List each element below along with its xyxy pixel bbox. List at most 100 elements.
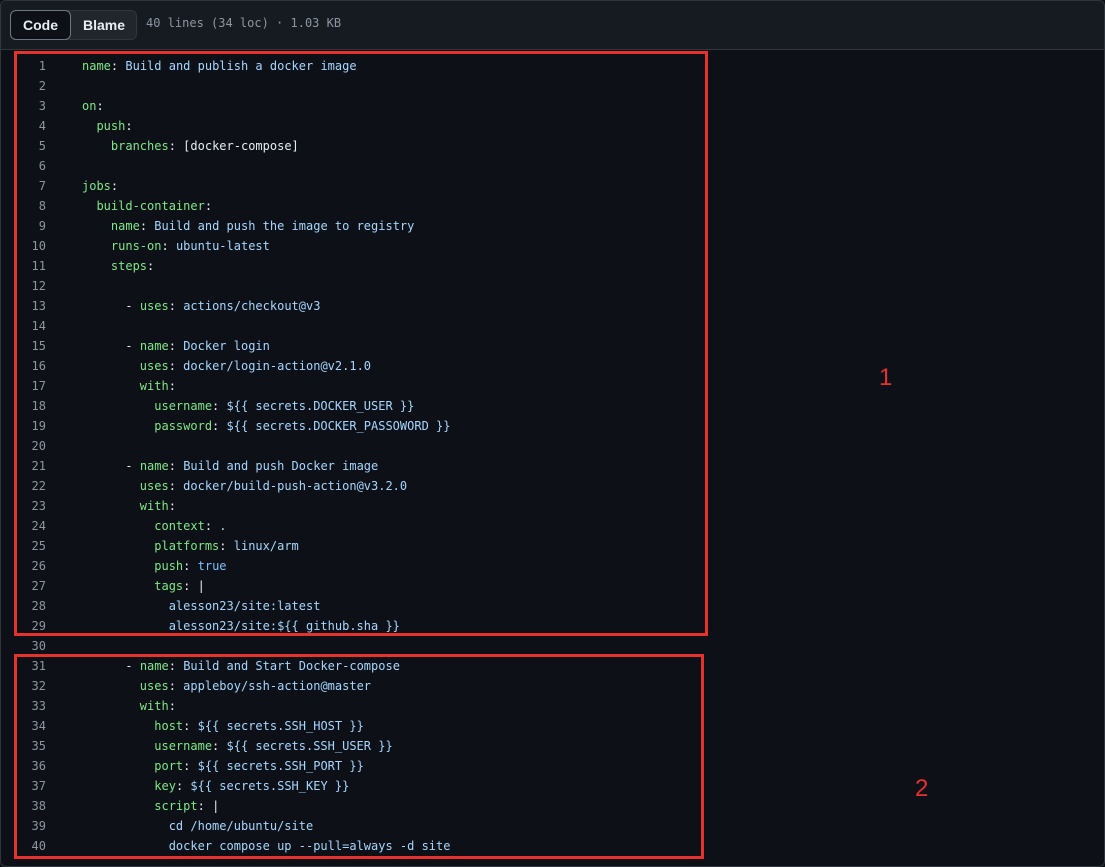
code-line: 6 <box>1 156 1104 176</box>
code-line: 8 build-container: <box>1 196 1104 216</box>
highlight-label-2: 2 <box>915 775 929 802</box>
yaml-value: | <box>212 799 220 813</box>
yaml-key: branches <box>110 139 169 153</box>
line-content: - name: Build and Start Docker-compose <box>125 659 400 673</box>
line-content: with: <box>139 499 176 513</box>
yaml-value: linux/arm <box>233 539 299 553</box>
yaml-key: username <box>154 739 213 753</box>
code-view[interactable]: 1 name: Build and publish a docker image 2… <box>1 56 1104 856</box>
code-line: 21 - name: Build and push Docker image <box>1 456 1104 476</box>
line-number[interactable]: 30 <box>19 636 46 656</box>
line-number[interactable]: 32 <box>19 676 46 696</box>
line-number[interactable]: 17 <box>19 376 46 396</box>
yaml-key: with <box>139 699 169 713</box>
yaml-value: Build and Start Docker-compose <box>183 659 400 673</box>
line-number[interactable]: 1 <box>19 56 46 76</box>
file-viewer: Code Blame 40 lines (34 loc) · 1.03 KB 1… <box>0 0 1105 867</box>
yaml-key: push <box>96 119 126 133</box>
line-content: steps: <box>110 259 155 273</box>
line-number[interactable]: 25 <box>19 536 46 556</box>
line-content: - name: Docker login <box>125 339 270 353</box>
line-number[interactable]: 39 <box>19 816 46 836</box>
line-number[interactable]: 2 <box>19 76 46 96</box>
code-line: 29 alesson23/site:${{ github.sha }} <box>1 616 1104 636</box>
line-content: cd /home/ubuntu/site <box>82 816 314 836</box>
code-line: 15 - name: Docker login <box>1 336 1104 356</box>
line-number[interactable]: 22 <box>19 476 46 496</box>
code-line: 10 runs-on: ubuntu-latest <box>1 236 1104 256</box>
code-tab-button[interactable]: Code <box>10 10 71 40</box>
line-number[interactable]: 26 <box>19 556 46 576</box>
line-number[interactable]: 24 <box>19 516 46 536</box>
yaml-value: | <box>197 579 205 593</box>
line-content: with: <box>139 699 176 713</box>
line-content: on: <box>82 99 104 113</box>
line-content: - name: Build and push Docker image <box>125 459 379 473</box>
line-number[interactable]: 5 <box>19 136 46 156</box>
yaml-key: build-container <box>96 199 205 213</box>
line-number[interactable]: 34 <box>19 716 46 736</box>
code-line: 24 context: . <box>1 516 1104 536</box>
code-line: 36 port: ${{ secrets.SSH_PORT }} <box>1 756 1104 776</box>
line-content: alesson23/site:${{ github.sha }} <box>82 616 400 636</box>
yaml-value: appleboy/ssh-action@master <box>183 679 372 693</box>
line-number[interactable]: 19 <box>19 416 46 436</box>
yaml-key: name <box>139 659 169 673</box>
line-number[interactable]: 9 <box>19 216 46 236</box>
line-number[interactable]: 31 <box>19 656 46 676</box>
line-number[interactable]: 4 <box>19 116 46 136</box>
yaml-key: username <box>154 399 213 413</box>
code-line: 28 alesson23/site:latest <box>1 596 1104 616</box>
blame-tab-button[interactable]: Blame <box>71 10 137 40</box>
code-line: 3 on: <box>1 96 1104 116</box>
line-number[interactable]: 12 <box>19 276 46 296</box>
code-line: 40 docker compose up --pull=always -d si… <box>1 836 1104 856</box>
yaml-value: ${{ secrets.DOCKER_USER }} <box>226 399 415 413</box>
line-number[interactable]: 7 <box>19 176 46 196</box>
line-number[interactable]: 40 <box>19 836 46 856</box>
line-number[interactable]: 16 <box>19 356 46 376</box>
line-content: context: . <box>154 519 227 533</box>
line-content: runs-on: ubuntu-latest <box>110 239 270 253</box>
yaml-key: script <box>154 799 198 813</box>
yaml-value: Build and publish a docker image <box>125 59 357 73</box>
line-number[interactable]: 21 <box>19 456 46 476</box>
line-number[interactable]: 29 <box>19 616 46 636</box>
line-number[interactable]: 23 <box>19 496 46 516</box>
code-line: 18 username: ${{ secrets.DOCKER_USER }} <box>1 396 1104 416</box>
line-number[interactable]: 3 <box>19 96 46 116</box>
line-number[interactable]: 10 <box>19 236 46 256</box>
line-number[interactable]: 27 <box>19 576 46 596</box>
yaml-value: ${{ secrets.SSH_HOST }} <box>197 719 364 733</box>
yaml-key: with <box>139 499 169 513</box>
line-number[interactable]: 11 <box>19 256 46 276</box>
yaml-key: with <box>139 379 169 393</box>
code-line: 33 with: <box>1 696 1104 716</box>
line-number[interactable]: 33 <box>19 696 46 716</box>
line-number[interactable]: 38 <box>19 796 46 816</box>
line-number[interactable]: 13 <box>19 296 46 316</box>
code-line: 5 branches: [docker-compose] <box>1 136 1104 156</box>
line-number[interactable]: 15 <box>19 336 46 356</box>
yaml-key: context <box>154 519 205 533</box>
yaml-value: actions/checkout@v3 <box>183 299 321 313</box>
line-content: script: | <box>154 799 220 813</box>
yaml-key: key <box>154 779 176 793</box>
code-line: 35 username: ${{ secrets.SSH_USER }} <box>1 736 1104 756</box>
line-number[interactable]: 6 <box>19 156 46 176</box>
line-number[interactable]: 36 <box>19 756 46 776</box>
code-line: 14 <box>1 316 1104 336</box>
line-number[interactable]: 20 <box>19 436 46 456</box>
block-text: docker compose up --pull=always -d site <box>168 839 451 853</box>
yaml-key: tags <box>154 579 184 593</box>
line-number[interactable]: 14 <box>19 316 46 336</box>
code-line: 26 push: true <box>1 556 1104 576</box>
line-number[interactable]: 35 <box>19 736 46 756</box>
line-content: docker compose up --pull=always -d site <box>82 836 451 856</box>
line-number[interactable]: 8 <box>19 196 46 216</box>
yaml-key: uses <box>139 299 169 313</box>
line-number[interactable]: 37 <box>19 776 46 796</box>
code-line: 31 - name: Build and Start Docker-compos… <box>1 656 1104 676</box>
line-number[interactable]: 28 <box>19 596 46 616</box>
line-number[interactable]: 18 <box>19 396 46 416</box>
